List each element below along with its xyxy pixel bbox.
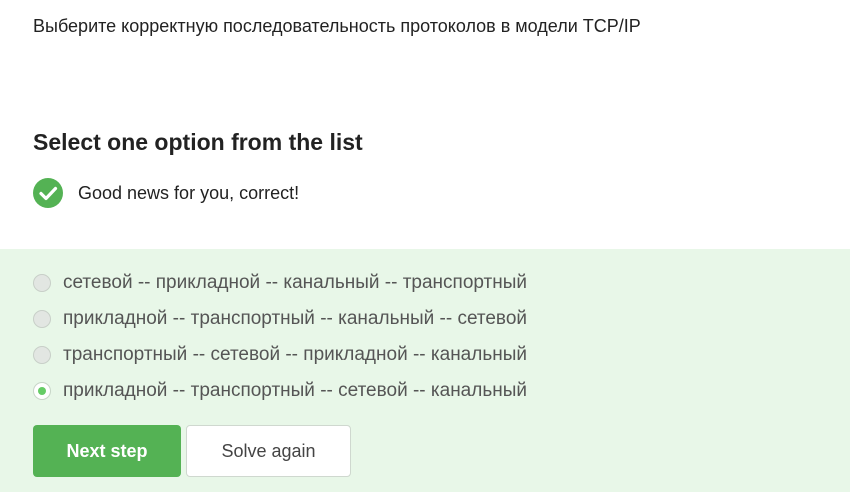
option-label: транспортный -- сетевой -- прикладной --… [63, 344, 527, 365]
radio-button[interactable] [33, 310, 51, 328]
next-step-button[interactable]: Next step [33, 425, 181, 477]
radio-button[interactable] [33, 274, 51, 292]
option-2[interactable]: прикладной -- транспортный -- канальный … [33, 307, 527, 331]
feedback-message: Good news for you, correct! [33, 178, 299, 208]
option-label: прикладной -- транспортный -- канальный … [63, 308, 527, 329]
section-title: Select one option from the list [33, 129, 363, 155]
question-text: Выберите корректную последовательность п… [33, 16, 641, 36]
radio-button-selected[interactable] [33, 382, 51, 400]
option-1[interactable]: сетевой -- прикладной -- канальный -- тр… [33, 271, 527, 295]
option-label: прикладной -- транспортный -- сетевой --… [63, 380, 527, 401]
option-3[interactable]: транспортный -- сетевой -- прикладной --… [33, 343, 527, 367]
option-label: сетевой -- прикладной -- канальный -- тр… [63, 272, 527, 293]
radio-button[interactable] [33, 346, 51, 364]
solve-again-button[interactable]: Solve again [186, 425, 351, 477]
check-circle-icon [33, 178, 63, 208]
option-4[interactable]: прикладной -- транспортный -- сетевой --… [33, 379, 527, 403]
feedback-text: Good news for you, correct! [78, 182, 300, 203]
